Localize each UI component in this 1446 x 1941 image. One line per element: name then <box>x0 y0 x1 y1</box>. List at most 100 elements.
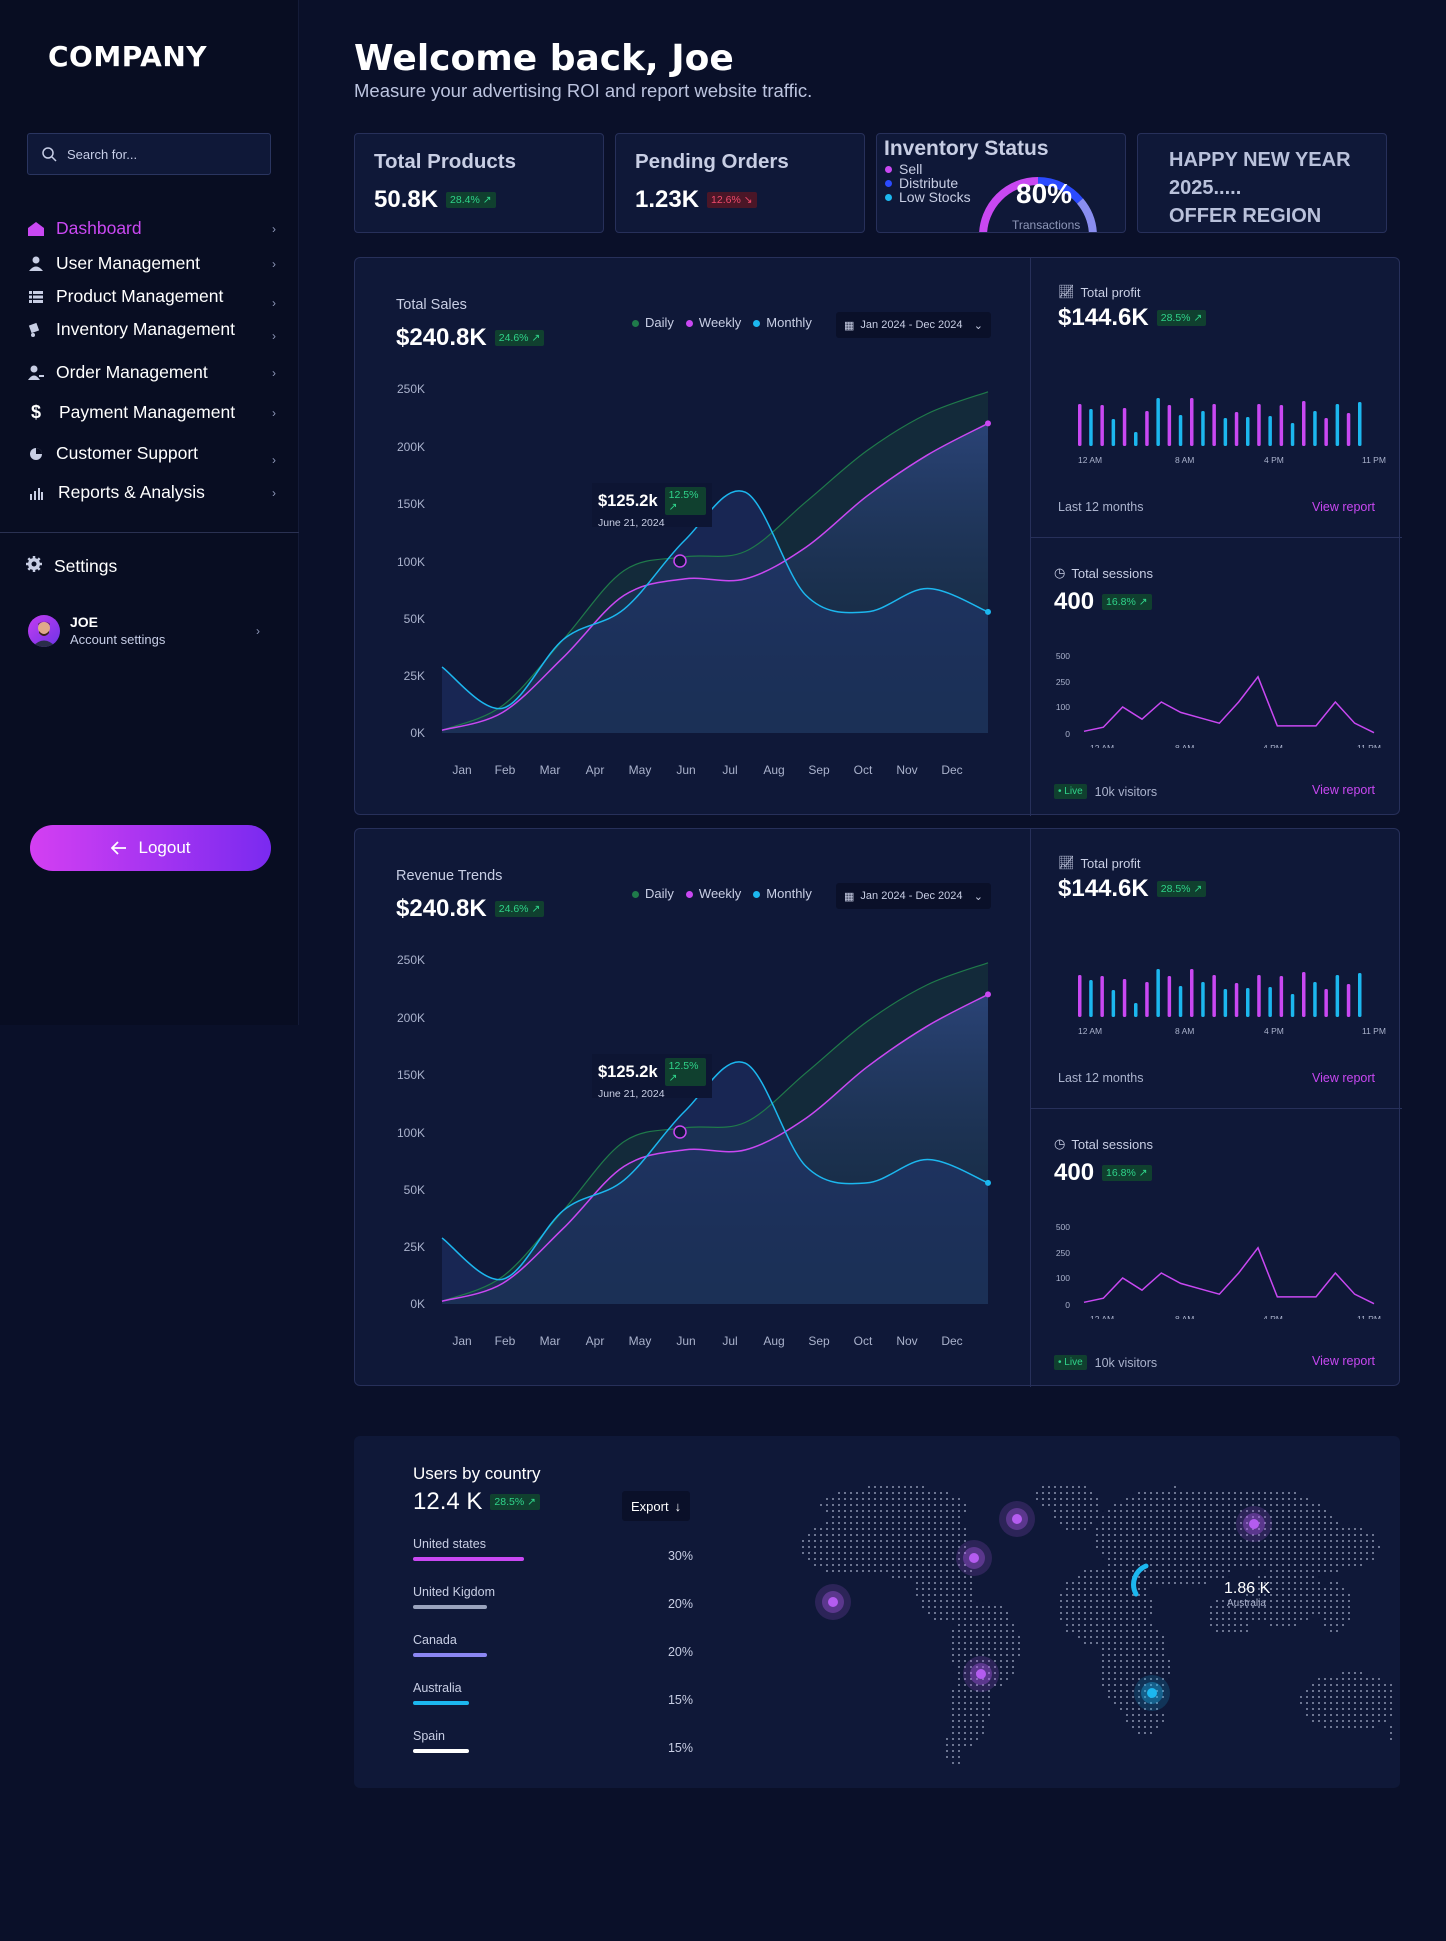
sidebar-item-label: Order Management <box>56 362 208 382</box>
clock-icon: ◷ <box>1054 565 1066 580</box>
country-name: Australia <box>413 1681 462 1695</box>
x-tick-label: Jun <box>676 1334 695 1348</box>
sessions-value: 400 <box>1054 588 1095 615</box>
x-tick-label: 11 PM <box>1362 455 1386 465</box>
profit-bar <box>1358 973 1362 1017</box>
sidebar-item-customer-support[interactable]: Customer Support › <box>26 443 276 467</box>
view-report-link[interactable]: View report <box>1312 500 1375 514</box>
view-report-link[interactable]: View report <box>1312 1071 1375 1085</box>
profit-bar <box>1335 404 1340 446</box>
sidebar-item-inventory-management[interactable]: Inventory Management › <box>26 319 276 343</box>
sidebar-item-reports-analysis[interactable]: Reports & Analysis › <box>26 482 276 503</box>
kpi-inventory-status: Inventory Status Sell Distribute Low Sto… <box>876 133 1126 233</box>
x-tick-label: 11 PM <box>1357 743 1381 748</box>
sidebar-item-dashboard[interactable]: Dashboard › <box>26 218 276 239</box>
profit-bar <box>1279 976 1284 1017</box>
sidebar-item-user-management[interactable]: User Management › <box>26 253 276 274</box>
country-bar <box>413 1557 524 1561</box>
sidebar-item-order-management[interactable]: Order Management › <box>26 362 276 383</box>
sessions-value: 400 <box>1054 1159 1095 1186</box>
chevron-right-icon: › <box>272 221 276 236</box>
profit-bar <box>1145 982 1149 1017</box>
offer-banner[interactable]: HAPPY NEW YEAR 2025..... OFFER REGION <box>1137 133 1387 233</box>
tooltip-date: June 21, 2024 <box>598 1088 665 1100</box>
sessions-title: Total sessions <box>1071 565 1153 581</box>
x-tick-label: Oct <box>854 763 873 777</box>
sidebar-item-label: Inventory Management <box>56 319 235 339</box>
clock-icon: ◷ <box>1054 1136 1066 1151</box>
profit-bar <box>1324 418 1328 446</box>
profit-bar <box>1201 982 1205 1017</box>
change-badge: 16.8% ↗ <box>1102 594 1152 610</box>
x-tick-label: 12 AM <box>1078 1026 1102 1036</box>
country-name: United states <box>413 1537 486 1551</box>
logout-label: Logout <box>138 838 191 857</box>
y-tick-label: 500 <box>1056 651 1070 661</box>
profit-bar <box>1134 1003 1138 1017</box>
map-marker[interactable] <box>1012 1514 1022 1524</box>
x-tick-label: 4 PM <box>1264 455 1284 465</box>
view-report-link[interactable]: View report <box>1312 783 1375 797</box>
kpi-title: Total Products <box>374 150 516 173</box>
chevron-right-icon: › <box>272 256 276 271</box>
country-name: United Kigdom <box>413 1585 495 1599</box>
map-marker[interactable] <box>1249 1519 1259 1529</box>
x-tick-label: Aug <box>763 1334 784 1348</box>
x-tick-label: Apr <box>586 763 605 777</box>
export-button[interactable]: Export ↓ <box>622 1491 691 1521</box>
total-profit-card: 📈︎ Total profit $144.6K 28.5% ↗ 12 AM 8 AM 4… <box>1031 829 1402 1108</box>
change-badge: 28.5% ↗ <box>490 1494 540 1510</box>
sessions-line-chart: 500 250 100 0 12 AM 8 AM 4 PM 11 PM <box>1056 651 1381 748</box>
profit-bar <box>1156 398 1160 446</box>
chart-tooltip: $125.2k 12.5% ↗ June 21, 2024 <box>592 1054 712 1100</box>
series-end-point <box>985 991 991 998</box>
search-input[interactable]: Search for... <box>27 133 271 175</box>
hover-point[interactable] <box>673 554 687 568</box>
sidebar-item-product-management[interactable]: Product Management › <box>26 286 276 310</box>
settings-label: Settings <box>54 556 118 576</box>
support-icon <box>26 444 46 464</box>
view-report-link[interactable]: View report <box>1312 1354 1375 1368</box>
change-badge: 12.5% ↗ <box>664 487 706 515</box>
chevron-right-icon: › <box>272 329 276 343</box>
logout-button[interactable]: Logout <box>30 825 271 871</box>
x-tick-label: May <box>629 1334 652 1348</box>
gauge-sub: Transactions <box>1012 218 1081 232</box>
profit-bar <box>1212 404 1216 446</box>
x-tick-label: 12 AM <box>1078 455 1102 465</box>
change-badge: 28.4% ↗ <box>446 192 496 208</box>
area-chart: 0K 25K 50K 100K 150K 200K 250K Jan Feb Mar Apr May J… <box>397 953 991 1348</box>
sidebar-item-label: Payment Management <box>59 402 236 422</box>
y-tick-label: 150K <box>397 497 425 511</box>
profit-bar <box>1335 975 1340 1017</box>
map-marker[interactable] <box>976 1669 986 1679</box>
profit-bar <box>1257 975 1261 1017</box>
map-marker[interactable] <box>969 1553 979 1563</box>
profit-bar <box>1268 416 1272 446</box>
account-sub: Account settings <box>70 632 166 647</box>
page-subtitle: Measure your advertising ROI and report … <box>354 80 813 101</box>
chart-tooltip: $125.2k 12.5% ↗ June 21, 2024 <box>592 483 712 529</box>
x-tick-label: Mar <box>540 763 561 777</box>
profit-bar <box>1122 979 1127 1017</box>
map-label-sub: Australia <box>1227 1598 1266 1609</box>
sidebar-item-settings[interactable]: Settings <box>26 556 117 577</box>
x-tick-label: Sep <box>808 1334 830 1348</box>
kpi-total-products: Total Products 50.8K 28.4% ↗ <box>354 133 604 233</box>
profit-bar <box>1290 423 1295 446</box>
profit-bar <box>1145 411 1149 446</box>
hover-point[interactable] <box>673 1125 687 1139</box>
profit-value: $144.6K <box>1058 304 1149 331</box>
country-row: United states 30% <box>413 1537 693 1563</box>
profit-bar <box>1246 988 1250 1017</box>
map-marker[interactable] <box>828 1597 838 1607</box>
page-title: Welcome back, Joe <box>354 38 734 79</box>
account-settings[interactable]: JOE Account settings › <box>28 614 260 647</box>
tooltip-value: $125.2k <box>598 491 658 510</box>
map-marker[interactable] <box>1147 1688 1157 1698</box>
profit-bar <box>1346 413 1351 446</box>
x-tick-label: 4 PM <box>1263 1314 1283 1319</box>
x-tick-label: 12 AM <box>1090 743 1114 748</box>
sidebar-item-payment-management[interactable]: $ Payment Management › <box>26 402 276 423</box>
x-tick-label: Dec <box>941 1334 962 1348</box>
